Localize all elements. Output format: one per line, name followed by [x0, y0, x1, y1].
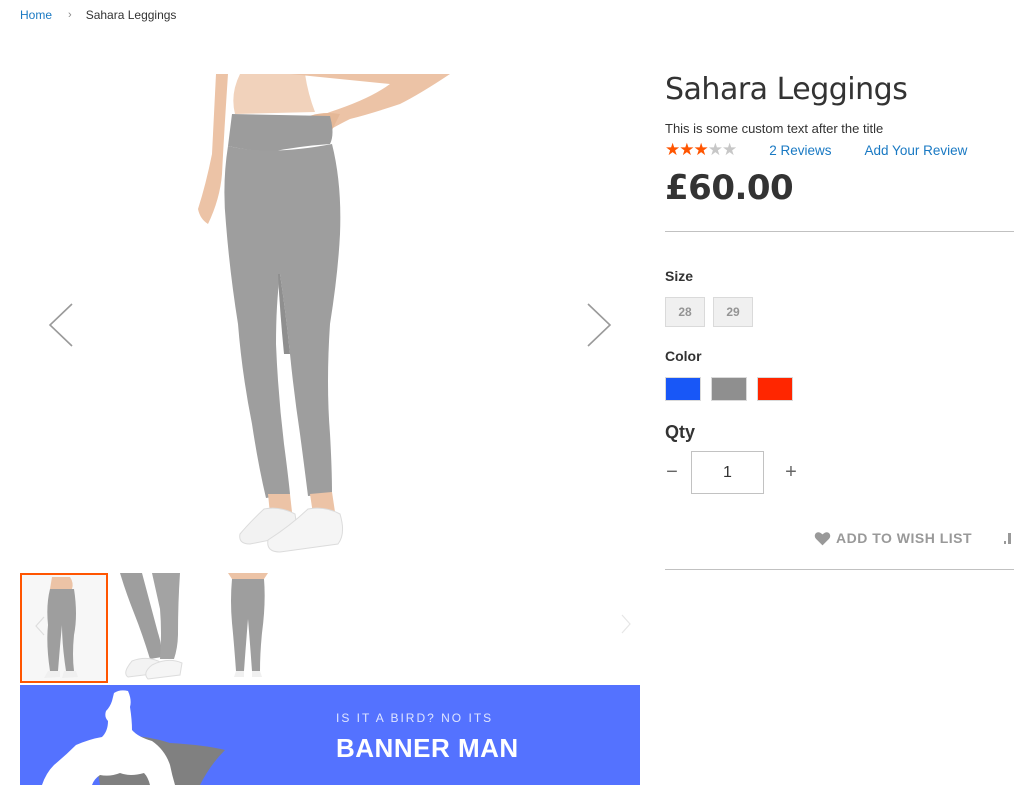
divider	[665, 231, 1014, 232]
product-title: Sahara Leggings	[665, 72, 908, 107]
qty-decrease-button[interactable]: −	[665, 461, 679, 484]
star-empty-icon: ★	[707, 140, 723, 159]
color-options	[665, 377, 793, 401]
product-gallery	[20, 74, 640, 574]
wishlist-label: ADD TO WISH LIST	[836, 530, 973, 546]
thumb-chevron-right-icon[interactable]	[618, 613, 634, 635]
size-option-29[interactable]: 29	[713, 297, 753, 327]
promo-banner[interactable]: IS IT A BIRD? NO ITS BANNER MAN	[20, 685, 640, 785]
product-info: Sahara Leggings This is some custom text…	[665, 70, 1014, 208]
star-empty-icon: ★	[722, 140, 737, 159]
review-summary: ★ ★ ★ ★ ★ 2 Reviews Add Your Review	[665, 140, 1014, 160]
breadcrumb: Home › Sahara Leggings	[20, 8, 176, 22]
heart-icon	[814, 531, 831, 545]
star-filled-icon: ★	[665, 140, 680, 159]
superhero-silhouette-icon	[42, 690, 225, 785]
breadcrumb-home-link[interactable]: Home	[20, 8, 52, 22]
size-options: 28 29	[665, 297, 753, 327]
thumbnail-leggings-detail[interactable]	[112, 573, 200, 683]
quantity-stepper: − +	[665, 451, 798, 494]
qty-input[interactable]	[691, 451, 764, 494]
divider	[665, 569, 1014, 570]
star-filled-icon: ★	[693, 140, 709, 159]
gallery-prev-button[interactable]	[42, 300, 82, 350]
rating-stars: ★ ★ ★ ★ ★	[665, 140, 737, 160]
chevron-right-icon	[587, 303, 612, 347]
gallery-next-button[interactable]	[580, 300, 620, 350]
thumbnail-strip	[20, 573, 640, 683]
breadcrumb-separator: ›	[68, 9, 72, 21]
color-swatch-blue[interactable]	[665, 377, 701, 401]
thumbnail-leggings-front[interactable]	[20, 573, 108, 683]
reviews-count-link[interactable]: 2 Reviews	[769, 143, 831, 158]
chevron-left-icon	[48, 303, 73, 347]
banner-pretitle: IS IT A BIRD? NO ITS	[336, 711, 494, 725]
product-custom-text: This is some custom text after the title	[665, 121, 884, 136]
product-price: £60.00	[665, 168, 794, 208]
qty-increase-button[interactable]: +	[784, 461, 798, 484]
banner-title: BANNER MAN	[336, 733, 519, 763]
breadcrumb-current: Sahara Leggings	[85, 8, 177, 22]
color-label: Color	[665, 348, 702, 364]
add-to-wishlist-button[interactable]: ADD TO WISH LIST	[814, 530, 972, 546]
size-label: Size	[665, 268, 694, 284]
color-swatch-red[interactable]	[757, 377, 793, 401]
main-product-image[interactable]	[180, 74, 480, 574]
star-filled-icon: ★	[679, 140, 694, 159]
add-review-link[interactable]: Add Your Review	[865, 143, 968, 158]
compare-icon[interactable]	[1004, 533, 1014, 545]
size-option-28[interactable]: 28	[665, 297, 705, 327]
thumbnail-leggings-back[interactable]	[204, 573, 292, 683]
color-swatch-gray[interactable]	[711, 377, 747, 401]
thumb-chevron-left-icon[interactable]	[32, 615, 48, 637]
qty-label: Qty	[665, 422, 696, 442]
